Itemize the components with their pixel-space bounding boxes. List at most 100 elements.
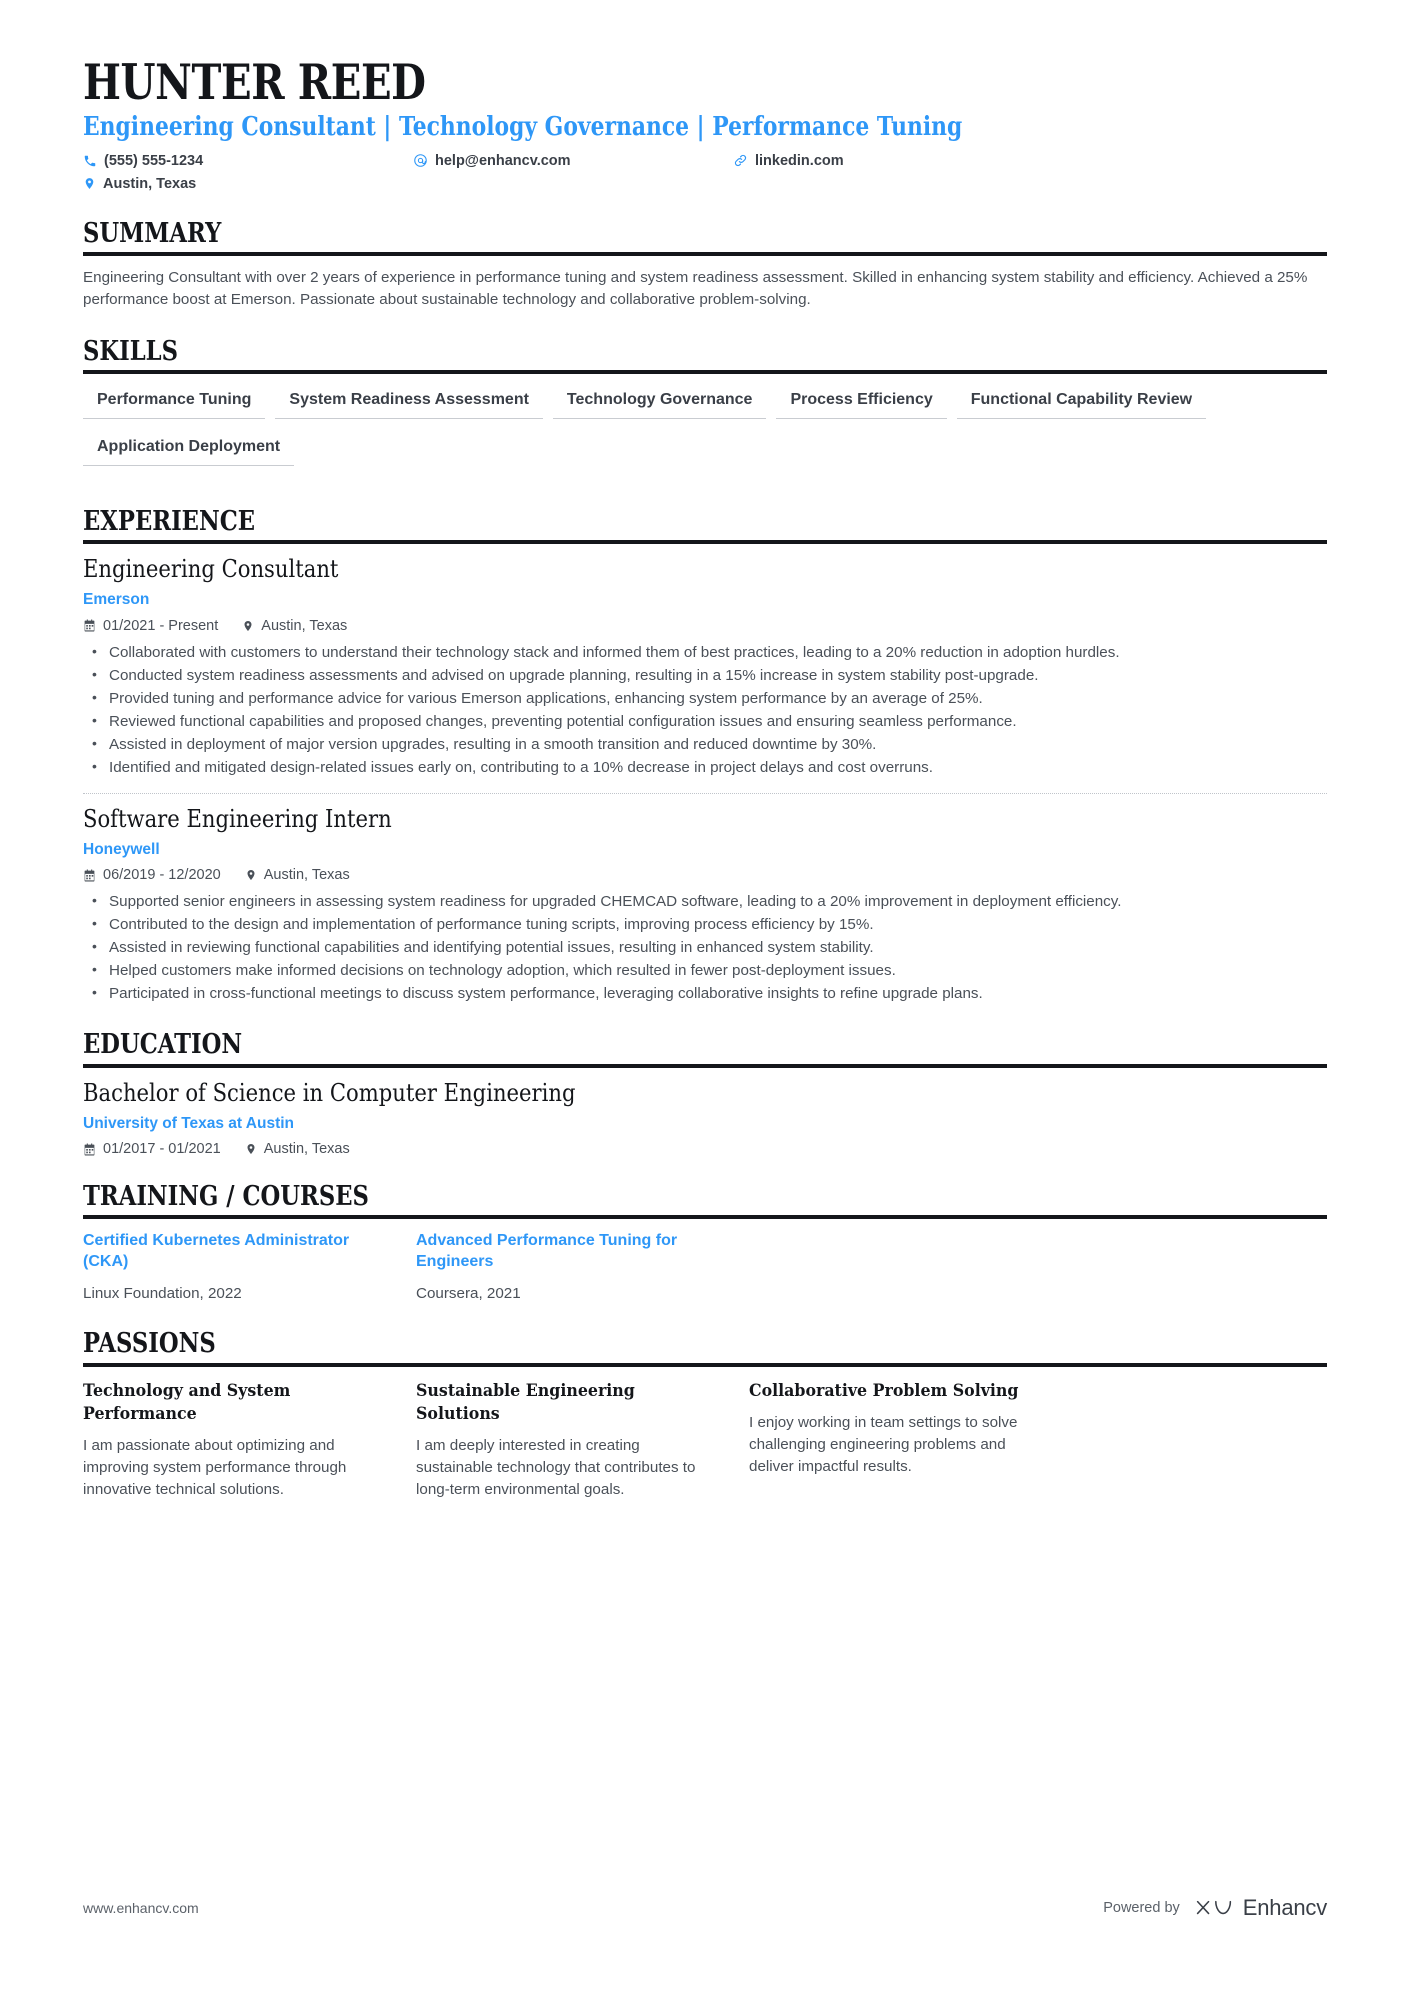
entry-dates-text: 01/2021 - Present <box>103 617 219 634</box>
passions-list: Technology and System Performance I am p… <box>83 1380 1327 1501</box>
section-experience: EXPERIENCE Engineering Consultant Emerso… <box>83 505 1327 1006</box>
education-entry: Bachelor of Science in Computer Engineer… <box>83 1068 1327 1157</box>
location-pin-icon <box>245 868 257 882</box>
resume-page: HUNTER REED Engineering Consultant | Tec… <box>0 0 1410 1995</box>
training-item: Advanced Performance Tuning for Engineer… <box>416 1231 749 1304</box>
entry-location-text: Austin, Texas <box>263 867 350 884</box>
bullet-item: Assisted in reviewing functional capabil… <box>83 936 1327 959</box>
passion-text: I am passionate about optimizing and imp… <box>83 1436 347 1498</box>
calendar-icon <box>83 1143 96 1156</box>
skill-chip: Functional Capability Review <box>956 388 1207 419</box>
experience-entry: Software Engineering Intern Honeywell 06… <box>83 794 1327 1006</box>
resume-header: HUNTER REED Engineering Consultant | Tec… <box>83 55 1327 194</box>
training-item: Certified Kubernetes Administrator (CKA)… <box>83 1231 416 1304</box>
enhancv-mark-icon <box>1194 1896 1234 1920</box>
section-rule <box>83 251 1327 256</box>
contact-row-1: (555) 555-1234 help@enhancv.com linkedin… <box>83 151 1327 171</box>
location-pin-icon <box>242 619 254 633</box>
section-rule <box>83 369 1327 374</box>
skill-chip: Technology Governance <box>552 388 767 419</box>
skill-chip: Application Deployment <box>83 435 295 466</box>
skill-chip: System Readiness Assessment <box>275 388 543 419</box>
entry-dates: 01/2021 - Present <box>83 618 218 634</box>
course-title: Advanced Performance Tuning for Engineer… <box>416 1232 678 1271</box>
candidate-headline: Engineering Consultant | Technology Gove… <box>83 111 963 142</box>
page-footer: www.enhancv.com Powered by Enhancv <box>83 1895 1327 1921</box>
enhancv-logo: Enhancv <box>1194 1895 1327 1921</box>
entry-dates-text: 06/2019 - 12/2020 <box>103 867 221 884</box>
bullet-item: Reviewed functional capabilities and pro… <box>83 710 1327 733</box>
bullet-item: Conducted system readiness assessments a… <box>83 664 1327 687</box>
contact-location: Austin, Texas <box>83 174 413 194</box>
entry-location: Austin, Texas <box>245 1141 350 1157</box>
job-title: Software Engineering Intern <box>83 804 392 833</box>
section-training: TRAINING / COURSES Certified Kubernetes … <box>83 1181 1327 1304</box>
location-pin-icon <box>83 176 96 191</box>
entry-dates-text: 01/2017 - 01/2021 <box>103 1141 221 1158</box>
section-passions: PASSIONS Technology and System Performan… <box>83 1328 1327 1501</box>
section-title-education: EDUCATION <box>83 1029 243 1061</box>
skill-chip: Performance Tuning <box>83 388 266 419</box>
section-rule <box>83 1362 1327 1367</box>
footer-branding: Powered by Enhancv <box>1103 1895 1327 1921</box>
section-skills: SKILLS Performance Tuning System Readine… <box>83 337 1327 482</box>
bullet-item: Contributed to the design and implementa… <box>83 913 1327 936</box>
section-summary: SUMMARY Engineering Consultant with over… <box>83 217 1327 312</box>
bullet-item: Provided tuning and performance advice f… <box>83 687 1327 710</box>
training-list: Certified Kubernetes Administrator (CKA)… <box>83 1231 1327 1304</box>
passion-title: Collaborative Problem Solving <box>749 1380 1019 1401</box>
contact-linkedin[interactable]: linkedin.com <box>733 151 844 171</box>
passion-text: I enjoy working in team settings to solv… <box>749 1413 1018 1475</box>
degree-title: Bachelor of Science in Computer Engineer… <box>83 1078 576 1107</box>
location-pin-icon <box>245 1142 257 1156</box>
bullet-item: Participated in cross-functional meeting… <box>83 982 1327 1005</box>
contact-email[interactable]: help@enhancv.com <box>413 151 733 171</box>
section-education: EDUCATION Bachelor of Science in Compute… <box>83 1031 1327 1157</box>
passion-title: Technology and System Performance <box>83 1380 291 1424</box>
footer-url[interactable]: www.enhancv.com <box>83 1900 199 1916</box>
contact-email-text: help@enhancv.com <box>435 152 571 169</box>
contact-info: (555) 555-1234 help@enhancv.com linkedin… <box>83 151 1327 194</box>
entry-location-text: Austin, Texas <box>263 1141 350 1158</box>
entry-location: Austin, Texas <box>245 867 350 883</box>
job-title: Engineering Consultant <box>83 555 339 584</box>
passion-text: I am deeply interested in creating susta… <box>416 1436 696 1498</box>
contact-phone-text: (555) 555-1234 <box>104 152 204 169</box>
contact-location-text: Austin, Texas <box>103 175 197 192</box>
section-title-training: TRAINING / COURSES <box>83 1181 369 1213</box>
school-name: University of Texas at Austin <box>83 1114 295 1132</box>
company-name: Honeywell <box>83 840 160 858</box>
entry-dates: 01/2017 - 01/2021 <box>83 1141 221 1157</box>
contact-row-2: Austin, Texas <box>83 174 1327 194</box>
section-title-experience: EXPERIENCE <box>83 505 256 537</box>
experience-entry: Engineering Consultant Emerson 01/2021 -… <box>83 544 1327 779</box>
phone-icon <box>83 154 97 168</box>
contact-phone[interactable]: (555) 555-1234 <box>83 151 413 171</box>
contact-linkedin-text: linkedin.com <box>755 152 844 169</box>
bullet-list: Supported senior engineers in assessing … <box>83 890 1327 1005</box>
passion-item: Collaborative Problem Solving I enjoy wo… <box>749 1380 1082 1501</box>
enhancv-wordmark: Enhancv <box>1242 1895 1327 1920</box>
course-provider: Linux Foundation, 2022 <box>83 1285 242 1303</box>
passion-item: Technology and System Performance I am p… <box>83 1380 416 1501</box>
section-title-summary: SUMMARY <box>83 217 222 249</box>
bullet-item: Identified and mitigated design-related … <box>83 756 1327 779</box>
skills-list: Performance Tuning System Readiness Asse… <box>83 388 1327 482</box>
calendar-icon <box>83 869 96 882</box>
section-title-passions: PASSIONS <box>83 1328 216 1360</box>
powered-by-label: Powered by <box>1103 1900 1180 1916</box>
course-provider: Coursera, 2021 <box>416 1285 521 1303</box>
candidate-name: HUNTER REED <box>83 53 426 111</box>
calendar-icon <box>83 619 96 632</box>
entry-meta: 06/2019 - 12/2020 Austin, Texas <box>83 867 1327 883</box>
entry-meta: 01/2021 - Present Austin, Texas <box>83 618 1327 634</box>
bullet-list: Collaborated with customers to understan… <box>83 641 1327 779</box>
section-rule <box>83 1215 1327 1220</box>
passion-title: Sustainable Engineering Solutions <box>416 1380 635 1424</box>
bullet-item: Assisted in deployment of major version … <box>83 733 1327 756</box>
entry-meta: 01/2017 - 01/2021 Austin, Texas <box>83 1141 1327 1157</box>
passion-item: Sustainable Engineering Solutions I am d… <box>416 1380 749 1501</box>
company-name: Emerson <box>83 591 150 609</box>
bullet-item: Supported senior engineers in assessing … <box>83 890 1327 913</box>
skill-chip: Process Efficiency <box>776 388 947 419</box>
